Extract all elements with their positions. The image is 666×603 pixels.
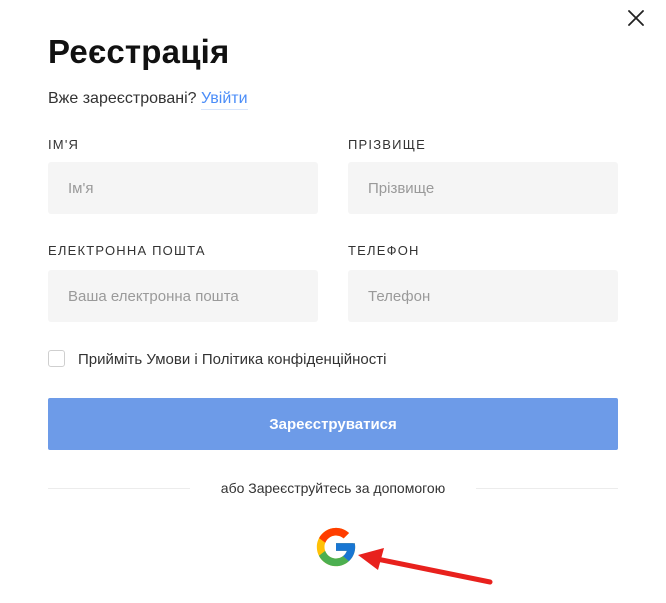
close-icon [628,10,644,26]
page-title: Реєстрація [48,33,230,70]
login-prompt-row: Вже зареєстровані? Увійти [48,88,248,110]
social-divider: або Зареєструйтесь за допомогою [0,479,666,497]
last-name-input[interactable] [348,162,618,214]
first-name-label: ІМ'Я [48,137,80,152]
login-link[interactable]: Увійти [201,90,248,110]
close-button[interactable] [624,6,648,30]
red-arrow-icon [358,548,493,585]
phone-label: ТЕЛЕФОН [348,243,420,258]
terms-label: Прийміть Умови і Політика конфіденційнос… [78,351,387,368]
phone-input[interactable] [348,270,618,322]
first-name-input[interactable] [48,162,318,214]
last-name-label: ПРІЗВИЩЕ [348,137,426,152]
social-divider-text: або Зареєструйтесь за допомогою [208,480,458,496]
email-input[interactable] [48,270,318,322]
red-arrow-annotation [350,540,500,590]
register-button[interactable]: Зареєструватися [48,398,618,450]
terms-checkbox[interactable] [48,350,65,367]
login-prompt-text: Вже зареєстровані? [48,90,197,107]
email-label: ЕЛЕКТРОННА ПОШТА [48,243,206,258]
